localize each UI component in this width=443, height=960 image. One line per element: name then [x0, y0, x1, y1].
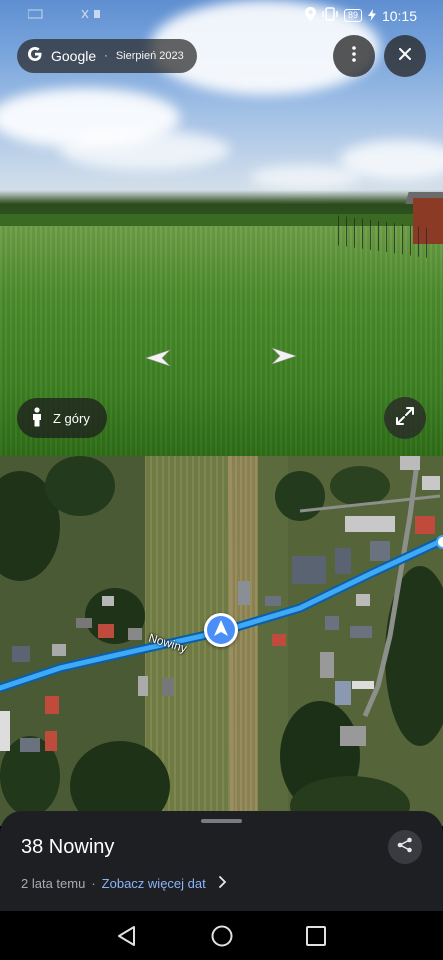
google-g-icon: [27, 46, 43, 66]
share-button[interactable]: [388, 830, 422, 864]
cloud: [60, 130, 230, 170]
back-icon: [114, 926, 140, 953]
satellite-map[interactable]: Nowiny: [0, 456, 443, 826]
close-button[interactable]: [384, 35, 426, 77]
home-icon: [209, 925, 235, 953]
top-view-button[interactable]: Z góry: [17, 398, 107, 438]
vibrate-icon: [322, 7, 338, 24]
pegman-icon: [31, 406, 43, 430]
fullscreen-icon: [395, 406, 415, 431]
chevron-right-icon[interactable]: [218, 876, 227, 891]
location-marker[interactable]: [204, 613, 238, 647]
more-vert-icon: [352, 45, 356, 67]
nav-recents-button[interactable]: [303, 923, 329, 949]
more-options-button[interactable]: [333, 35, 375, 77]
status-bar: 89 10:15: [0, 0, 443, 32]
imagery-date: Sierpień 2023: [115, 50, 184, 62]
location-icon: [304, 7, 316, 24]
imagery-source-chip[interactable]: Google · Sierpień 2023: [17, 39, 197, 73]
separator-dot: ·: [91, 876, 96, 891]
place-subtitle: 2 lata temu · Zobacz więcej dat: [21, 876, 227, 891]
imagery-date-separator: ·: [104, 50, 108, 62]
pan-right-arrow[interactable]: [270, 346, 300, 366]
location-marker-inner: [207, 616, 235, 644]
nav-back-button[interactable]: [114, 923, 140, 949]
nav-home-button[interactable]: [209, 923, 235, 949]
recents-icon: [303, 926, 329, 953]
status-left-icons: [27, 8, 100, 23]
more-dates-link[interactable]: Zobacz więcej dat: [102, 876, 206, 891]
imagery-provider: Google: [51, 48, 97, 64]
charging-icon: [367, 8, 376, 24]
top-view-label: Z góry: [53, 410, 90, 426]
imagery-age: 2 lata temu: [21, 876, 86, 891]
place-bottom-sheet[interactable]: 38 Nowiny 2 lata temu · Zobacz więcej da…: [0, 811, 443, 911]
sheet-drag-handle[interactable]: [201, 819, 242, 823]
navigation-arrow-icon: [214, 619, 228, 641]
share-icon: [397, 837, 413, 858]
place-title: 38 Nowiny: [21, 836, 115, 858]
battery-indicator: 89: [343, 9, 362, 22]
fullscreen-button[interactable]: [384, 397, 426, 439]
pan-left-arrow[interactable]: [142, 348, 172, 368]
status-time: 10:15: [381, 7, 417, 24]
close-icon: [399, 47, 411, 65]
network-icons: [27, 9, 100, 19]
cloud: [250, 165, 360, 190]
system-navigation-bar: [0, 911, 443, 960]
